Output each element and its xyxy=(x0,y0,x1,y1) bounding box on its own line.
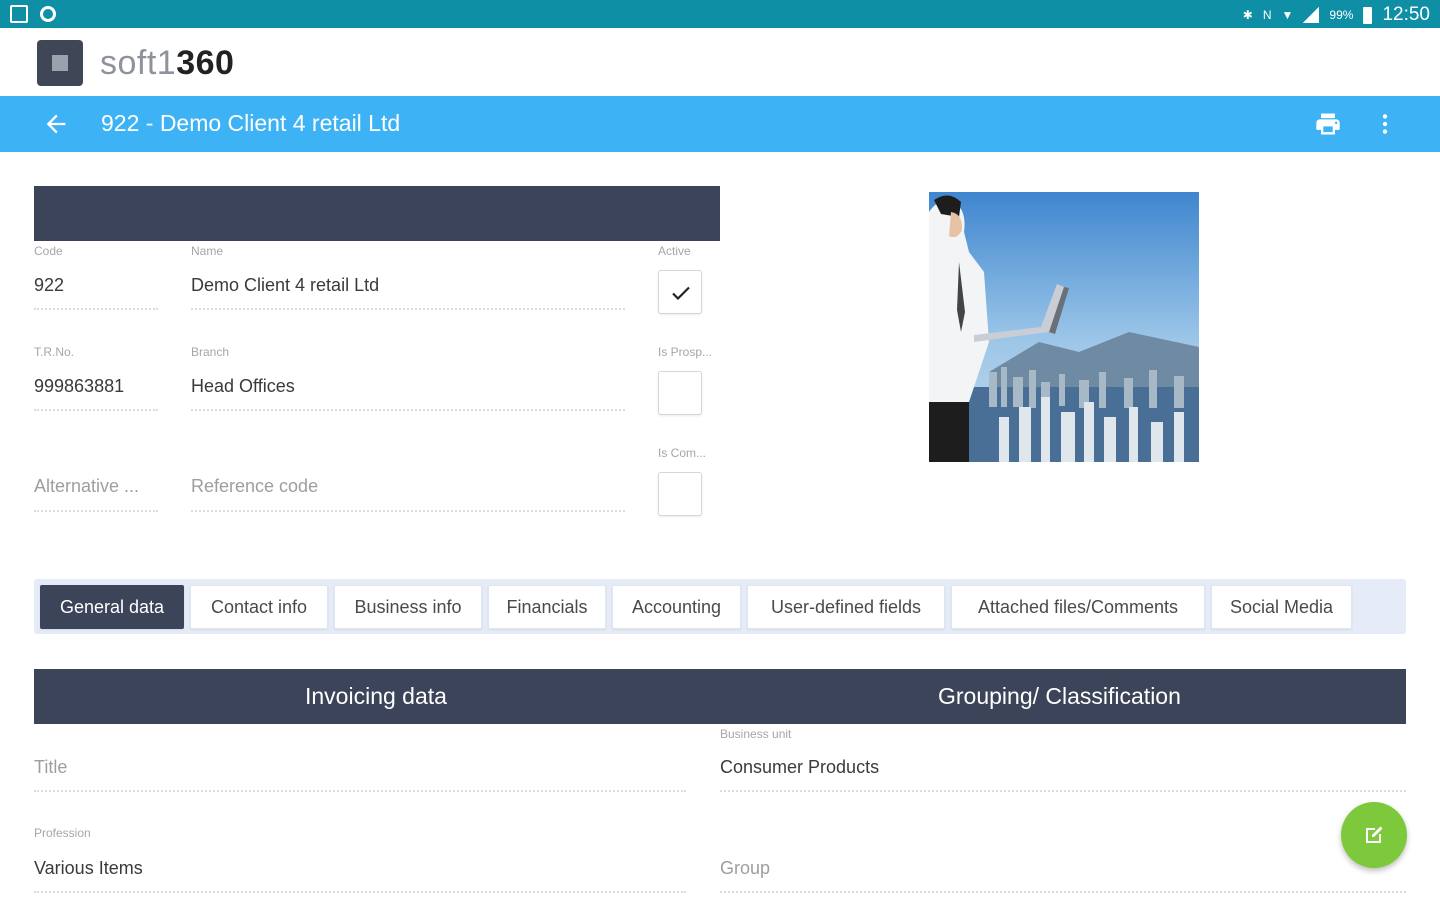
active-label: Active xyxy=(658,244,691,258)
trno-underline xyxy=(34,409,158,411)
active-checkbox[interactable] xyxy=(658,270,702,314)
wifi-icon: ▼ xyxy=(1281,8,1294,22)
client-photo[interactable] xyxy=(929,192,1199,462)
business-unit-label: Business unit xyxy=(720,727,792,741)
name-label: Name xyxy=(191,244,224,258)
code-label: Code xyxy=(34,244,63,258)
print-icon[interactable] xyxy=(1314,110,1342,138)
battery-icon xyxy=(1363,6,1373,24)
business-unit-underline xyxy=(720,790,1406,792)
profession-label: Profession xyxy=(34,826,91,840)
battery-percent: 99% xyxy=(1329,8,1354,22)
title-underline xyxy=(34,790,686,792)
is-prospect-checkbox[interactable] xyxy=(658,371,702,415)
brand-name: soft1360 xyxy=(100,44,235,82)
tab-contact-info[interactable]: Contact info xyxy=(190,585,328,629)
tab-accounting[interactable]: Accounting xyxy=(612,585,741,629)
branch-underline xyxy=(191,409,625,411)
reference-code-underline xyxy=(191,510,625,512)
brand-header: soft1360 xyxy=(0,28,1440,96)
reference-code-field[interactable]: Reference code xyxy=(191,476,318,497)
app-logo-icon xyxy=(37,40,83,86)
profession-underline xyxy=(34,891,686,893)
more-vert-icon[interactable] xyxy=(1372,110,1398,138)
tab-financials[interactable]: Financials xyxy=(488,585,606,629)
branch-field[interactable]: Head Offices xyxy=(191,376,295,397)
tab-business-info[interactable]: Business info xyxy=(334,585,482,629)
businessman-city-image xyxy=(929,192,1199,462)
profession-field[interactable]: Various Items xyxy=(34,858,143,879)
name-underline xyxy=(191,308,625,310)
tab-general-data[interactable]: General data xyxy=(40,585,184,629)
app-bar: 922 - Demo Client 4 retail Ltd xyxy=(0,96,1440,152)
is-prospect-label: Is Prosp... xyxy=(658,345,713,359)
invoicing-data-heading: Invoicing data xyxy=(305,683,447,709)
trno-field[interactable]: 999863881 xyxy=(34,376,124,397)
status-bar: ✱ N ▼ 99% 12:50 xyxy=(0,0,1440,28)
back-arrow-icon[interactable] xyxy=(42,110,70,138)
grouping-classification-heading: Grouping/ Classification xyxy=(938,683,1181,709)
code-underline xyxy=(34,308,158,310)
code-field[interactable]: 922 xyxy=(34,275,64,296)
bluetooth-icon: ✱ xyxy=(1242,8,1253,22)
tab-attached-files-comments[interactable]: Attached files/Comments xyxy=(951,585,1205,629)
edit-fab-button[interactable] xyxy=(1341,802,1407,868)
alternative-field[interactable]: Alternative ... xyxy=(34,476,139,497)
section-header: Invoicing data Grouping/ Classification xyxy=(34,669,1406,724)
tab-social-media[interactable]: Social Media xyxy=(1211,585,1352,629)
nfc-icon: N xyxy=(1262,8,1272,22)
is-com-checkbox[interactable] xyxy=(658,472,702,516)
edit-icon xyxy=(1366,826,1383,843)
checkmark-icon xyxy=(672,286,690,301)
title-field[interactable]: Title xyxy=(34,757,67,778)
is-com-label: Is Com... xyxy=(658,446,707,460)
alternative-underline xyxy=(34,510,158,512)
image-icon xyxy=(10,5,28,23)
branch-label: Branch xyxy=(191,345,230,359)
business-unit-field[interactable]: Consumer Products xyxy=(720,757,879,778)
group-underline xyxy=(720,891,1406,893)
page-title: 922 - Demo Client 4 retail Ltd xyxy=(101,110,401,136)
record-header-bar xyxy=(34,186,720,241)
name-field[interactable]: Demo Client 4 retail Ltd xyxy=(191,275,379,296)
group-field[interactable]: Group xyxy=(720,858,770,879)
signal-icon xyxy=(1303,7,1320,23)
c-app-icon xyxy=(40,6,56,22)
tab-user-defined-fields[interactable]: User-defined fields xyxy=(747,585,945,629)
trno-label: T.R.No. xyxy=(34,345,75,359)
status-time: 12:50 xyxy=(1382,4,1430,25)
